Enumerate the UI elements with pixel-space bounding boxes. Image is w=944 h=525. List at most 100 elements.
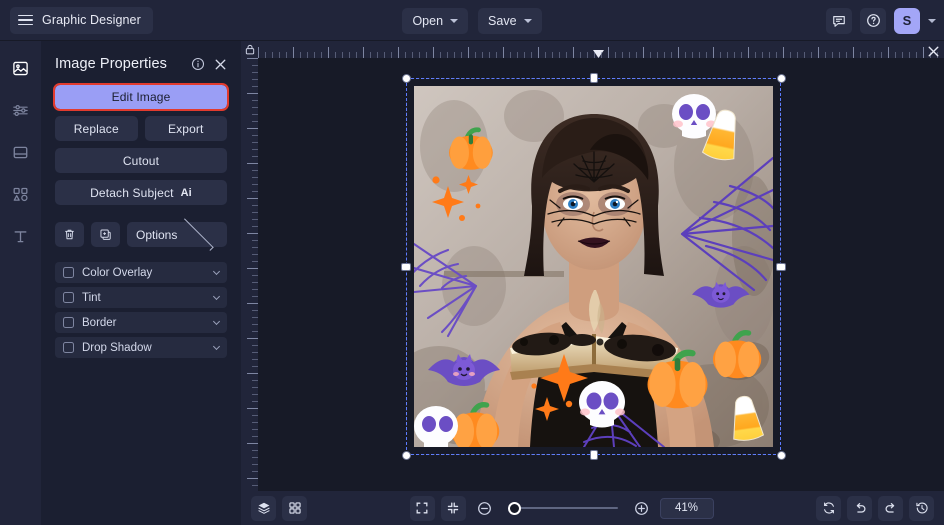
bottom-toolbar: 41% bbox=[241, 491, 944, 525]
object-tools-row: Options bbox=[55, 218, 227, 251]
accordion-label: Tint bbox=[82, 291, 101, 304]
app-root: Graphic Designer Open Save S Image Prope… bbox=[0, 0, 944, 525]
sidebar-item-adjustments-tool[interactable] bbox=[7, 96, 35, 124]
brand-menu-button[interactable]: Graphic Designer bbox=[10, 6, 153, 34]
resize-handle-bottom-middle[interactable] bbox=[589, 450, 598, 460]
options-label: Options bbox=[136, 227, 178, 242]
delete-button[interactable] bbox=[55, 222, 84, 247]
top-right-actions: S bbox=[826, 0, 936, 41]
save-button[interactable]: Save bbox=[478, 7, 542, 34]
options-button[interactable]: Options bbox=[127, 218, 227, 251]
comment-icon bbox=[833, 15, 845, 27]
accordion-label: Drop Shadow bbox=[82, 341, 152, 354]
trash-icon bbox=[65, 229, 74, 240]
detach-subject-button[interactable]: Detach Subject Ai bbox=[55, 180, 227, 205]
resize-handle-bottom-right[interactable] bbox=[776, 450, 786, 460]
resize-handle-top-left[interactable] bbox=[401, 73, 411, 83]
vertical-ruler[interactable] bbox=[241, 58, 258, 525]
sidebar-item-image-tool[interactable] bbox=[7, 54, 35, 82]
resize-handle-right-middle[interactable] bbox=[776, 262, 786, 271]
halloween-portrait-image bbox=[414, 86, 773, 447]
lock-icon bbox=[245, 44, 254, 55]
undo-button[interactable] bbox=[847, 495, 872, 521]
duplicate-icon bbox=[100, 229, 111, 240]
edit-image-button[interactable]: Edit Image bbox=[53, 83, 229, 111]
resize-handle-bottom-left[interactable] bbox=[401, 450, 411, 460]
comment-button[interactable] bbox=[826, 7, 852, 34]
color-overlay-checkbox[interactable] bbox=[63, 267, 74, 278]
account-chevron-down-icon[interactable] bbox=[928, 18, 936, 23]
fit-selection-icon bbox=[447, 502, 459, 514]
redo-button[interactable] bbox=[878, 495, 903, 521]
history-button[interactable] bbox=[909, 495, 934, 521]
tint-checkbox[interactable] bbox=[63, 292, 74, 303]
cutout-button[interactable]: Cutout bbox=[55, 148, 227, 173]
chevron-down-icon[interactable] bbox=[212, 342, 221, 350]
grid-button[interactable] bbox=[282, 495, 307, 521]
resize-handle-top-right[interactable] bbox=[776, 73, 786, 83]
accordion-border[interactable]: Border bbox=[55, 312, 227, 333]
chevron-down-icon[interactable] bbox=[212, 267, 221, 275]
drop-shadow-checkbox[interactable] bbox=[63, 342, 74, 353]
fit-screen-icon bbox=[416, 502, 428, 514]
zoom-level-input[interactable]: 41% bbox=[659, 497, 714, 519]
fit-selection-button[interactable] bbox=[440, 495, 466, 521]
save-label: Save bbox=[488, 13, 517, 28]
fit-screen-button[interactable] bbox=[409, 495, 435, 521]
user-avatar[interactable]: S bbox=[894, 7, 920, 34]
replace-button[interactable]: Replace bbox=[55, 116, 138, 141]
layers-button[interactable] bbox=[251, 495, 276, 521]
effects-accordion-list: Color Overlay Tint Border Drop Shadow bbox=[55, 262, 227, 358]
accordion-label: Color Overlay bbox=[82, 266, 153, 279]
info-circle-icon bbox=[191, 57, 205, 71]
detach-subject-label: Detach Subject bbox=[90, 185, 174, 200]
ruler-lock-button[interactable] bbox=[241, 41, 258, 58]
accordion-color-overlay[interactable]: Color Overlay bbox=[55, 262, 227, 283]
zoom-in-icon bbox=[634, 501, 648, 515]
canvas-stage[interactable] bbox=[258, 58, 944, 491]
open-button[interactable]: Open bbox=[402, 7, 469, 34]
resize-handle-left-middle[interactable] bbox=[401, 262, 411, 271]
help-button[interactable] bbox=[860, 7, 886, 34]
horizontal-ruler[interactable] bbox=[258, 41, 944, 58]
zoom-slider-track bbox=[507, 507, 618, 509]
hamburger-icon[interactable] bbox=[18, 14, 33, 26]
sidebar-item-text-tool[interactable] bbox=[7, 222, 35, 250]
accordion-drop-shadow[interactable]: Drop Shadow bbox=[55, 337, 227, 358]
replace-export-row: Replace Export bbox=[55, 116, 227, 141]
border-checkbox[interactable] bbox=[63, 317, 74, 328]
chevron-down-icon[interactable] bbox=[212, 317, 221, 325]
history-controls bbox=[816, 495, 934, 521]
chevron-down-icon bbox=[523, 18, 532, 23]
image-artwork[interactable] bbox=[414, 86, 773, 447]
open-label: Open bbox=[412, 13, 444, 28]
zoom-slider[interactable] bbox=[507, 500, 618, 516]
app-title: Graphic Designer bbox=[42, 13, 141, 27]
page-title: Image Properties bbox=[55, 56, 168, 72]
zoom-in-button[interactable] bbox=[629, 496, 654, 521]
canvas-close-button[interactable] bbox=[924, 43, 942, 59]
reset-button[interactable] bbox=[816, 495, 841, 521]
resize-handle-top-middle[interactable] bbox=[589, 73, 598, 83]
chevron-down-icon[interactable] bbox=[212, 292, 221, 300]
image-properties-panel: Image Properties Edit Image Replace Expo… bbox=[41, 41, 241, 525]
export-button[interactable]: Export bbox=[144, 116, 227, 141]
zoom-controls: 41% bbox=[409, 495, 714, 521]
bottom-left-group bbox=[251, 495, 307, 521]
close-icon bbox=[215, 59, 226, 69]
sidebar-item-shapes-tool[interactable] bbox=[7, 180, 35, 208]
zoom-out-button[interactable] bbox=[472, 496, 497, 521]
sliders-icon bbox=[13, 104, 28, 116]
help-circle-icon bbox=[866, 14, 880, 27]
panel-info-button[interactable] bbox=[191, 57, 205, 71]
accordion-tint[interactable]: Tint bbox=[55, 287, 227, 308]
duplicate-button[interactable] bbox=[91, 222, 120, 247]
grid-icon bbox=[288, 502, 301, 514]
chevron-right-icon bbox=[181, 218, 214, 251]
sidebar-item-layout-tool[interactable] bbox=[7, 138, 35, 166]
panel-close-button[interactable] bbox=[214, 58, 227, 71]
selected-image-object[interactable] bbox=[401, 73, 786, 460]
panel-header: Image Properties bbox=[55, 43, 227, 85]
reset-icon bbox=[823, 502, 834, 514]
zoom-slider-knob[interactable] bbox=[507, 501, 521, 515]
